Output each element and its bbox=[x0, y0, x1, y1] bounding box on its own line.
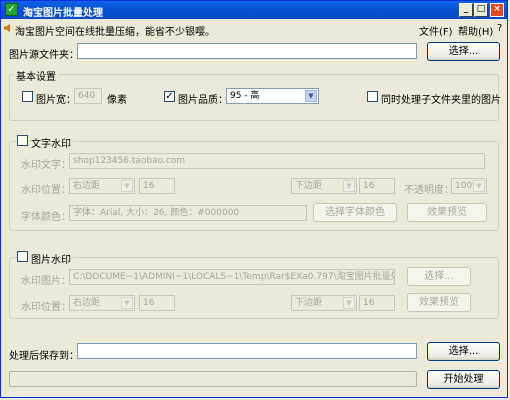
source-folder-input[interactable] bbox=[77, 43, 417, 59]
chevron-down-icon: ▼ bbox=[343, 180, 355, 192]
text-h-align-value: 右边距 bbox=[73, 181, 101, 191]
text-preview-button[interactable]: 效果预览 bbox=[407, 203, 487, 222]
start-processing-button[interactable]: 开始处理 bbox=[427, 370, 500, 389]
font-color-label: 字体颜色： bbox=[21, 212, 71, 223]
menu-file[interactable]: 文件(F) bbox=[419, 23, 453, 38]
app-window: ✓ 淘宝图片批量处理 _ □ × 淘宝图片空间在线批量压缩，能省不少银嘤。 文件… bbox=[0, 0, 508, 398]
text-v-offset-input[interactable]: 16 bbox=[359, 178, 395, 194]
chevron-down-icon: ▼ bbox=[121, 297, 133, 309]
image-v-offset-input[interactable]: 16 bbox=[359, 295, 395, 311]
chevron-down-icon: ▼ bbox=[305, 90, 317, 102]
image-position-label: 水印位置： bbox=[21, 302, 71, 313]
image-h-offset-input[interactable]: 16 bbox=[139, 295, 175, 311]
speaker-icon bbox=[4, 24, 10, 32]
text-watermark-title: 文字水印 bbox=[29, 135, 73, 150]
output-folder-browse-button[interactable]: 选择... bbox=[427, 342, 500, 361]
text-position-label: 水印位置： bbox=[21, 185, 71, 196]
watermark-text-label: 水印文字： bbox=[21, 160, 71, 171]
text-watermark-checkbox[interactable] bbox=[17, 135, 28, 146]
window-title: 淘宝图片批量处理 bbox=[23, 8, 103, 19]
width-input[interactable]: 640 bbox=[74, 88, 102, 104]
close-button[interactable]: × bbox=[490, 3, 504, 17]
text-v-align-select[interactable]: 下边距 ▼ bbox=[291, 178, 357, 194]
app-check-icon: ✓ bbox=[5, 3, 18, 16]
tagline-text: 淘宝图片空间在线批量压缩，能省不少银嘤。 bbox=[15, 27, 215, 38]
text-h-align-select[interactable]: 右边距 ▼ bbox=[69, 178, 135, 194]
font-color-input[interactable]: 字体：Arial, 大小：26, 颜色：#000000 bbox=[69, 205, 307, 221]
width-label: 图片宽： bbox=[36, 95, 76, 106]
quality-value: 95 - 高 bbox=[230, 91, 260, 101]
output-folder-label: 处理后保存到： bbox=[9, 351, 79, 362]
image-watermark-title: 图片水印 bbox=[29, 251, 73, 266]
image-watermark-checkbox[interactable] bbox=[17, 251, 28, 262]
text-v-align-value: 下边距 bbox=[295, 181, 323, 191]
image-v-align-select[interactable]: 下边距 ▼ bbox=[291, 295, 357, 311]
image-v-align-value: 下边距 bbox=[295, 298, 323, 308]
image-h-align-select[interactable]: 右边距 ▼ bbox=[69, 295, 135, 311]
watermark-image-browse-button[interactable]: 选择... bbox=[407, 267, 471, 286]
chevron-down-icon: ▼ bbox=[473, 180, 485, 192]
watermark-image-label: 水印图片： bbox=[21, 276, 71, 287]
watermark-text-input[interactable]: shop123456.taobao.com bbox=[69, 153, 485, 169]
choose-font-color-button[interactable]: 选择字体颜色 bbox=[313, 203, 397, 222]
width-unit: 像素 bbox=[107, 95, 127, 106]
menu-about[interactable]: ? bbox=[497, 23, 502, 34]
width-checkbox[interactable] bbox=[22, 91, 33, 102]
quality-select[interactable]: 95 - 高 ▼ bbox=[226, 88, 319, 104]
subfolder-checkbox[interactable] bbox=[367, 91, 378, 102]
quality-label: 图片品质： bbox=[178, 95, 228, 106]
chevron-down-icon: ▼ bbox=[121, 180, 133, 192]
basic-settings-title: 基本设置 bbox=[14, 68, 58, 83]
maximize-button[interactable]: □ bbox=[474, 3, 488, 17]
image-preview-button[interactable]: 效果预览 bbox=[407, 293, 471, 312]
menu-bar: 淘宝图片空间在线批量压缩，能省不少银嘤。 文件(F) 帮助(H) ? bbox=[1, 20, 507, 38]
watermark-image-input[interactable]: C:\DOCUME~1\ADMINI~1\LOCALS~1\Temp\Rar$E… bbox=[69, 269, 395, 285]
source-folder-label: 图片源文件夹： bbox=[9, 50, 79, 61]
title-bar[interactable]: ✓ 淘宝图片批量处理 _ □ × bbox=[1, 1, 507, 19]
source-folder-browse-button[interactable]: 选择... bbox=[427, 42, 500, 61]
quality-checkbox[interactable]: ✓ bbox=[164, 91, 175, 102]
chevron-down-icon: ▼ bbox=[343, 297, 355, 309]
output-folder-input[interactable] bbox=[77, 343, 417, 359]
opacity-label: 不透明度： bbox=[404, 185, 454, 196]
image-h-align-value: 右边距 bbox=[73, 298, 101, 308]
menu-help[interactable]: 帮助(H) bbox=[458, 23, 493, 38]
progress-bar bbox=[9, 371, 417, 387]
subfolder-label: 同时处理子文件夹里的图片 bbox=[381, 95, 501, 106]
text-h-offset-input[interactable]: 16 bbox=[139, 178, 175, 194]
opacity-select[interactable]: 100% ▼ bbox=[451, 178, 487, 194]
minimize-button[interactable]: _ bbox=[459, 3, 473, 17]
